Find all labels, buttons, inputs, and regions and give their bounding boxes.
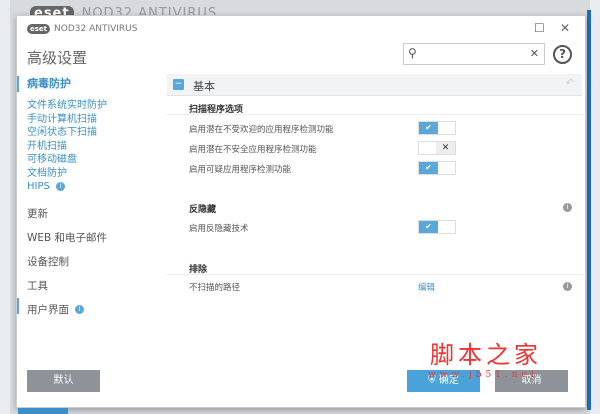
collapse-icon[interactable]: − xyxy=(173,79,184,90)
info-icon[interactable]: i xyxy=(563,282,572,291)
sidebar-sub-manual-scan[interactable]: 手动计算机扫描 xyxy=(17,113,157,127)
info-icon[interactable]: i xyxy=(563,203,572,212)
settings-panel: − 基本 ↶ 扫描程序选项 启用潜在不受欢迎的应用程序检测功能 ✔ 启用潜在不安… xyxy=(167,74,582,344)
info-icon: i xyxy=(55,181,65,191)
close-button[interactable]: ✕ xyxy=(560,21,570,35)
revert-icon[interactable]: ↶ xyxy=(566,78,574,89)
divider xyxy=(167,114,582,115)
toggle-pua-detection[interactable]: ✔ xyxy=(418,121,456,135)
help-button[interactable]: ? xyxy=(553,45,572,64)
info-icon: i xyxy=(75,305,84,314)
sidebar-sub-startup-scan[interactable]: 开机扫描 xyxy=(17,140,157,154)
brand-name: NOD32 ANTIVIRUS xyxy=(54,24,138,34)
check-icon: ✔ xyxy=(419,162,438,174)
sidebar: 病毒防护 文件系统实时防护 手动计算机扫描 空闲状态下扫描 开机扫描 可移动磁盘… xyxy=(17,74,157,322)
clear-search-icon[interactable]: ✕ xyxy=(530,47,539,60)
sidebar-sub-removable-media[interactable]: 可移动磁盘 xyxy=(17,153,157,167)
ui-label: 用户界面 xyxy=(27,303,69,316)
sidebar-item-antivirus[interactable]: 病毒防护 xyxy=(17,76,157,92)
section-title: 基本 xyxy=(193,80,215,93)
setting-label: 启用潜在不安全应用程序检测功能 xyxy=(189,145,317,155)
sidebar-sub-idle-scan[interactable]: 空闲状态下扫描 xyxy=(17,126,157,140)
toggle-unsafe-detection[interactable]: ✕ xyxy=(418,141,456,155)
sidebar-item-update[interactable]: 更新 xyxy=(17,202,157,226)
watermark-title: 脚本之家 xyxy=(430,341,542,369)
toggle-suspicious-detection[interactable]: ✔ xyxy=(418,161,456,175)
watermark: 脚本之家 www.jb51.net xyxy=(428,335,542,380)
sidebar-sub-realtime[interactable]: 文件系统实时防护 xyxy=(17,99,157,113)
setting-label: 启用潜在不受欢迎的应用程序检测功能 xyxy=(189,125,334,135)
search-input[interactable]: ⚲ ✕ xyxy=(403,43,545,65)
sidebar-sub-hips[interactable]: HIPS i xyxy=(17,180,157,194)
sidebar-item-user-interface[interactable]: 用户界面 i xyxy=(17,297,157,322)
window-edge xyxy=(587,10,591,410)
sidebar-item-device-control[interactable]: 设备控制 xyxy=(17,250,157,274)
x-icon: ✕ xyxy=(436,142,455,154)
divider xyxy=(167,274,582,275)
page-title: 高级设置 xyxy=(27,49,88,67)
section-header-basic[interactable]: − 基本 ↶ xyxy=(167,74,582,96)
hips-label: HIPS xyxy=(27,181,50,192)
check-icon: ✔ xyxy=(419,122,438,134)
setting-label: 启用反隐藏技术 xyxy=(189,224,249,234)
watermark-url: www.jb51.net xyxy=(428,370,539,380)
brand: eset NOD32 ANTIVIRUS xyxy=(27,24,137,34)
sidebar-item-tools[interactable]: 工具 xyxy=(17,274,157,298)
edit-exclusions-link[interactable]: 编辑 xyxy=(418,281,435,293)
taskbar-item xyxy=(18,408,68,414)
sidebar-item-web-email[interactable]: WEB 和电子邮件 xyxy=(17,226,157,250)
eset-logo: eset xyxy=(27,24,51,34)
toggle-antistealth[interactable]: ✔ xyxy=(418,220,456,234)
setting-label: 不扫描的路径 xyxy=(189,283,241,293)
default-button[interactable]: 默认 xyxy=(27,370,100,392)
search-icon: ⚲ xyxy=(408,46,417,60)
maximize-button[interactable]: ☐ xyxy=(534,21,545,35)
antistealth-heading: 反隐藏 xyxy=(189,205,217,215)
check-icon: ✔ xyxy=(419,221,438,233)
sidebar-sub-document-protection[interactable]: 文档防护 xyxy=(17,167,157,181)
setting-label: 启用可疑应用程序检测功能 xyxy=(189,165,292,175)
